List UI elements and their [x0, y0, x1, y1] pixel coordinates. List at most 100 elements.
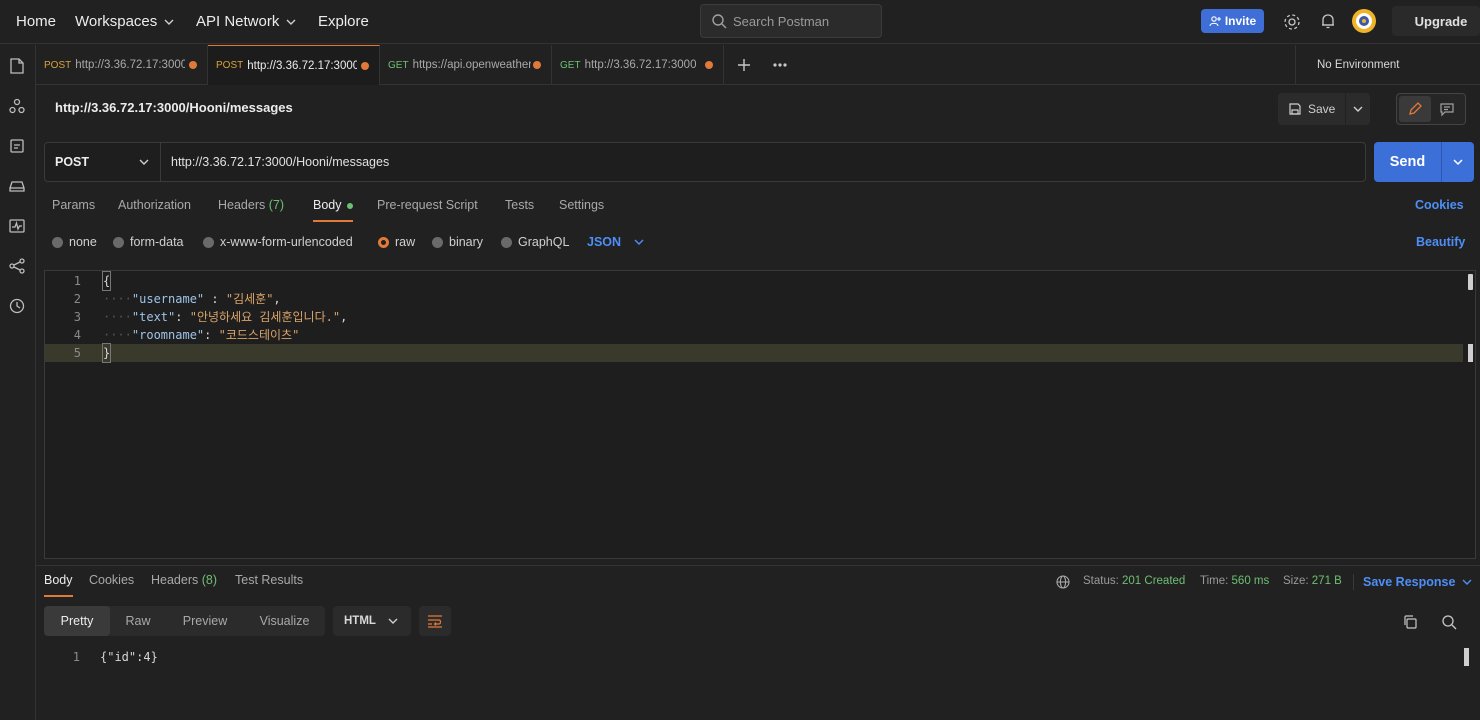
line-number: 5 — [73, 346, 81, 360]
nav-home[interactable]: Home — [16, 0, 56, 44]
tab-settings[interactable]: Settings — [559, 198, 604, 222]
view-preview[interactable]: Preview — [166, 606, 244, 636]
tab-url: https://api.openweather — [412, 59, 531, 71]
body-format-select[interactable]: JSON — [587, 235, 645, 249]
bell-icon[interactable] — [1319, 12, 1337, 30]
pencil-icon — [1407, 101, 1423, 117]
copy-icon[interactable] — [1402, 614, 1418, 630]
view-raw[interactable]: Raw — [110, 606, 166, 636]
response-status[interactable]: Status: 201 Created — [1083, 575, 1185, 587]
divider — [1441, 142, 1442, 182]
nav-explore-label: Explore — [318, 13, 369, 30]
tab-method: POST — [216, 60, 244, 71]
tab-headers[interactable]: Headers (7) — [218, 198, 284, 222]
save-icon — [1288, 102, 1302, 116]
request-tab[interactable]: POST http://3.36.72.17:3000 — [36, 45, 208, 85]
code-line: 2 ····"username" : "김세훈", — [45, 290, 1463, 308]
code-line-active: 5 } — [45, 343, 1463, 363]
tab-body[interactable]: Body — [313, 198, 353, 222]
cookies-link[interactable]: Cookies — [1415, 198, 1464, 212]
divider — [1353, 574, 1354, 590]
request-tab[interactable]: GET http://3.36.72.17:3000 — [552, 45, 724, 85]
send-button[interactable]: Send — [1374, 142, 1474, 182]
method-select[interactable]: POST — [45, 143, 161, 181]
view-pretty[interactable]: Pretty — [44, 606, 110, 636]
search-icon — [711, 13, 727, 29]
search-input[interactable]: Search Postman — [700, 4, 882, 38]
response-content[interactable]: {"id":4} — [100, 648, 158, 666]
apis-icon[interactable] — [8, 97, 26, 115]
upgrade-button[interactable]: Upgrade — [1392, 6, 1480, 36]
comment-icon[interactable] — [1439, 101, 1455, 117]
body-editor[interactable]: 1 { 2 ····"username" : "김세훈", 3 ····"tex… — [44, 270, 1476, 559]
request-title[interactable]: http://3.36.72.17:3000/Hooni/messages — [55, 100, 293, 115]
chevron-down-icon — [387, 615, 399, 627]
chevron-down-icon[interactable] — [1452, 156, 1464, 168]
radio-form-data[interactable]: form-data — [113, 235, 184, 249]
view-visualize[interactable]: Visualize — [244, 606, 325, 636]
radio-dot — [203, 236, 214, 248]
save-response-label: Save Response — [1363, 575, 1456, 589]
size-label: Size: — [1283, 575, 1309, 587]
flows-icon[interactable] — [8, 257, 26, 275]
response-tab-test-results[interactable]: Test Results — [235, 573, 303, 597]
request-tab-active[interactable]: POST http://3.36.72.17:3000 — [208, 45, 380, 85]
request-tabs-bar: POST http://3.36.72.17:3000 POST http://… — [36, 45, 1480, 85]
add-tab-icon[interactable] — [736, 57, 752, 73]
radio-none[interactable]: none — [52, 235, 97, 249]
response-size[interactable]: Size: 271 B — [1283, 575, 1342, 587]
nav-explore[interactable]: Explore — [318, 0, 369, 44]
tab-params[interactable]: Params — [52, 198, 95, 222]
nav-api-network[interactable]: API Network — [196, 0, 297, 44]
response-scrollbar[interactable] — [1464, 648, 1469, 666]
response-format-select[interactable]: HTML — [333, 606, 411, 636]
radio-raw[interactable]: raw — [378, 235, 415, 249]
chevron-down-icon — [633, 236, 645, 248]
request-tab[interactable]: GET https://api.openweather — [380, 45, 552, 85]
tab-authorization[interactable]: Authorization — [118, 198, 191, 222]
response-tab-body[interactable]: Body — [44, 573, 73, 597]
response-tab-headers[interactable]: Headers (8) — [151, 573, 217, 597]
time-label: Time: — [1200, 575, 1229, 587]
editor-scrollbar[interactable] — [1468, 274, 1473, 290]
collections-icon[interactable] — [8, 57, 26, 75]
tab-tests[interactable]: Tests — [505, 198, 534, 222]
nav-workspaces[interactable]: Workspaces — [75, 0, 175, 44]
avatar[interactable] — [1352, 9, 1376, 33]
code-text: ····"roomname": "코드스테이츠" — [103, 328, 300, 342]
chevron-down-icon — [1461, 576, 1473, 588]
headers-count: (7) — [268, 198, 285, 212]
environments-icon[interactable] — [8, 137, 26, 155]
beautify-link[interactable]: Beautify — [1416, 235, 1465, 249]
monitors-icon[interactable] — [8, 217, 26, 235]
wrap-lines-button[interactable] — [419, 606, 451, 636]
environment-select[interactable]: No Environment — [1295, 45, 1480, 85]
chevron-down-icon[interactable] — [1352, 103, 1364, 115]
url-input[interactable]: http://3.36.72.17:3000/Hooni/messages — [171, 143, 389, 181]
add-user-icon — [1209, 15, 1221, 27]
response-code-line: 1 {"id":4} — [44, 648, 1464, 666]
globe-icon[interactable] — [1056, 575, 1070, 589]
more-tabs-icon[interactable] — [772, 57, 788, 73]
mock-servers-icon[interactable] — [8, 177, 26, 195]
tab-pre-request-script[interactable]: Pre-request Script — [377, 198, 478, 222]
gear-icon[interactable] — [1283, 13, 1301, 31]
radio-urlencoded[interactable]: x-www-form-urlencoded — [203, 235, 353, 249]
invite-button[interactable]: Invite — [1201, 9, 1264, 33]
radio-label: GraphQL — [518, 235, 570, 249]
radio-label: binary — [449, 235, 484, 249]
code-text: ····"text": "안녕하세요 김세훈입니다.", — [103, 310, 348, 324]
save-response-button[interactable]: Save Response — [1363, 575, 1473, 589]
response-tab-cookies[interactable]: Cookies — [89, 573, 134, 597]
radio-graphql[interactable]: GraphQL — [501, 235, 569, 249]
radio-dot — [501, 236, 512, 248]
radio-binary[interactable]: binary — [432, 235, 483, 249]
response-view-segmented: Pretty Raw Preview Visualize — [44, 606, 325, 636]
left-sidebar — [0, 45, 36, 720]
response-time[interactable]: Time: 560 ms — [1200, 575, 1269, 587]
search-icon[interactable] — [1441, 614, 1457, 630]
environment-label: No Environment — [1317, 59, 1400, 71]
history-icon[interactable] — [8, 297, 26, 315]
tab-method: GET — [560, 59, 581, 71]
unsaved-dot — [533, 61, 541, 69]
